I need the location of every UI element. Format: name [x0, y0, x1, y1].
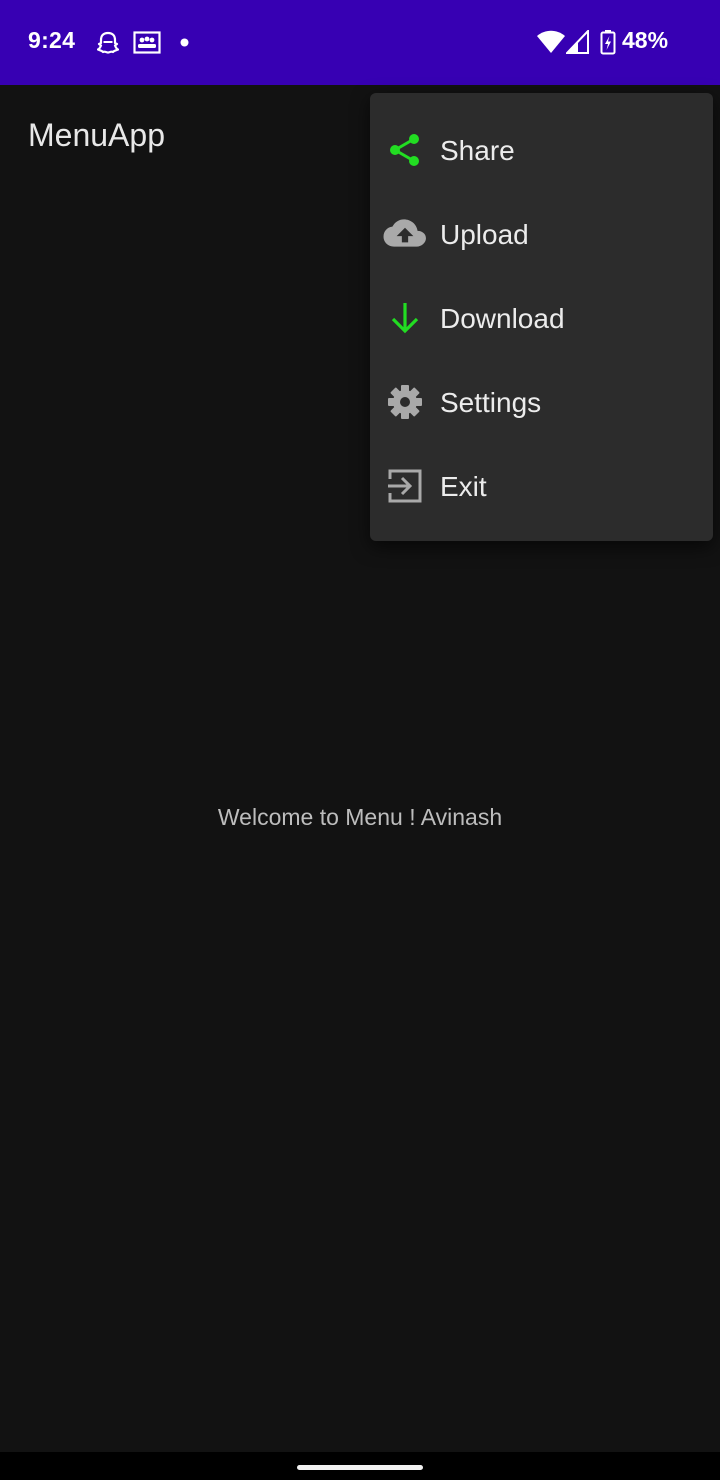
menu-item-label: Upload — [440, 219, 529, 250]
battery-percent: 48% — [622, 27, 669, 53]
cloud-upload-icon — [383, 219, 426, 247]
signal-icon — [566, 30, 589, 54]
app-bar-title: MenuApp — [28, 117, 165, 153]
menu-item-download[interactable]: Download — [370, 276, 713, 360]
snapchat-ghost-icon — [97, 31, 119, 54]
welcome-text: Welcome to Menu ! Avinash — [217, 804, 503, 830]
menu-item-share[interactable]: Share — [370, 108, 713, 192]
menu-item-label: Settings — [440, 387, 542, 418]
status-time: 9:24 — [28, 27, 76, 53]
battery-charging-icon — [600, 30, 616, 55]
share-icon — [390, 134, 419, 166]
exit-icon — [388, 469, 422, 503]
menu-item-label: Share — [440, 135, 515, 166]
notification-dot-icon — [180, 38, 189, 47]
download-arrow-icon — [391, 303, 419, 334]
gear-icon — [388, 385, 422, 419]
navigation-bar — [0, 1452, 720, 1480]
home-gesture-handle[interactable] — [297, 1465, 423, 1470]
menu-item-settings[interactable]: Settings — [370, 360, 713, 444]
menu-item-exit[interactable]: Exit — [370, 444, 713, 528]
menu-item-label: Exit — [440, 471, 487, 502]
wifi-icon — [537, 30, 565, 53]
gallery-icon — [133, 31, 161, 54]
status-bar: 9:24 48% — [0, 0, 720, 85]
menu-item-label: Download — [440, 303, 565, 334]
menu-item-upload[interactable]: Upload — [370, 192, 713, 276]
overflow-menu: Share Upload Download Settings Exit — [370, 93, 713, 541]
